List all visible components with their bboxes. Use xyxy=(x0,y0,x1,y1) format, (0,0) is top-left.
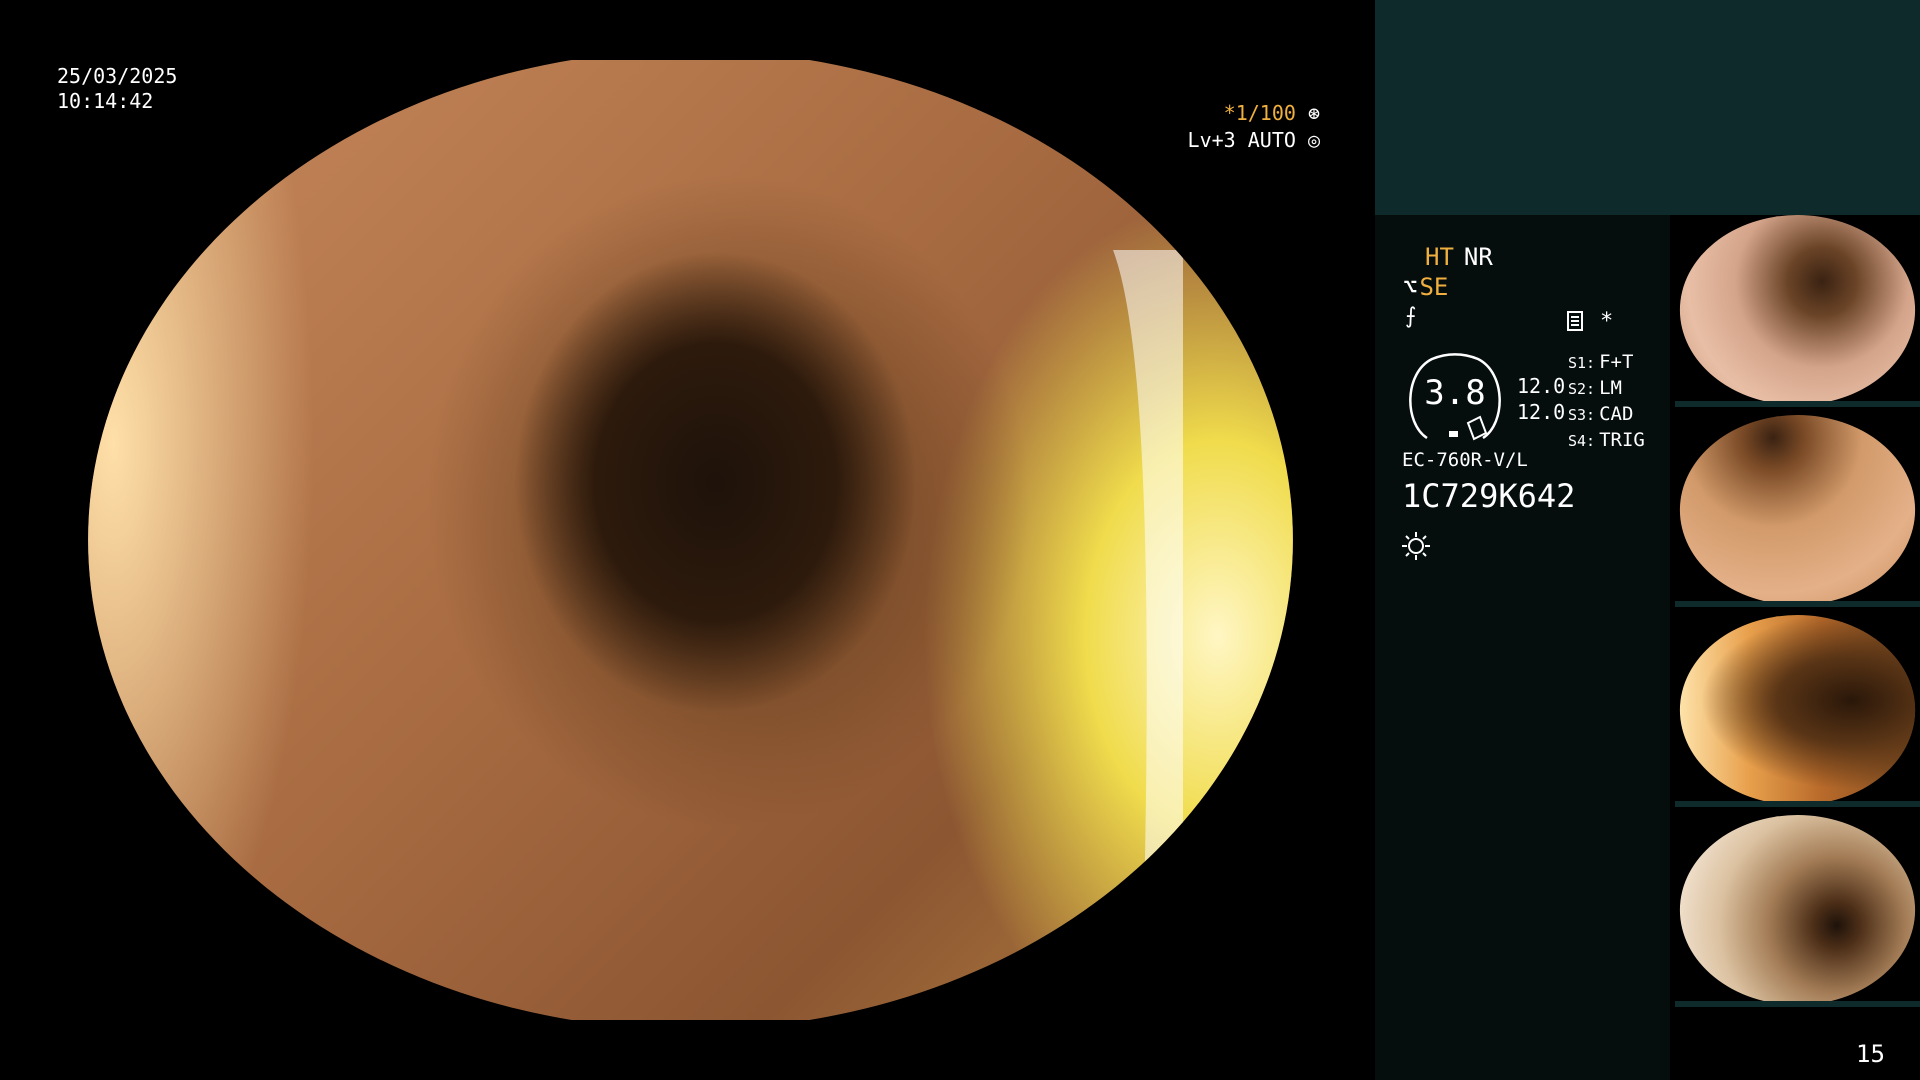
value-1: 12.0 xyxy=(1517,374,1566,398)
se-symbol-icon: ⌥ xyxy=(1403,273,1418,301)
mucosal-fold-highlight xyxy=(1113,250,1183,950)
info-panel: HT NR ⌥SE ⨍ * 3.8 12.0 12.0 S1: F+T S2: LM … xyxy=(1375,215,1670,1080)
light-icon xyxy=(1402,532,1430,560)
level-text: Lv+3 AUTO xyxy=(1187,128,1296,152)
thumbnail-1[interactable] xyxy=(1675,215,1920,407)
endoscope-view xyxy=(88,60,1293,1020)
scope-parameters: *1/100 ⊛ Lv+3 AUTO ◎ xyxy=(1188,100,1320,154)
scope-model: EC-760R-V/L xyxy=(1402,449,1528,471)
date-text: 25/03/2025 xyxy=(57,64,178,88)
thumbnail-3[interactable] xyxy=(1675,615,1920,807)
thumbnail-2[interactable] xyxy=(1675,415,1920,607)
document-icon xyxy=(1567,311,1583,331)
thumbnail-4[interactable] xyxy=(1675,815,1920,1007)
numeric-values: 12.0 12.0 xyxy=(1517,373,1565,425)
top-right-panel xyxy=(1375,0,1920,215)
ht-label: HT xyxy=(1425,243,1454,271)
thumbnail-strip xyxy=(1670,215,1920,1015)
iris-icon: ◎ xyxy=(1307,128,1320,152)
aperture-icon: ⊛ xyxy=(1307,101,1320,125)
se-label: SE xyxy=(1419,273,1449,301)
page-number: 15 xyxy=(1856,1040,1885,1068)
star-icon: * xyxy=(1600,309,1614,334)
zoom-value: 3.8 xyxy=(1424,373,1486,413)
setting-s4: S4: TRIG xyxy=(1568,429,1645,451)
setting-s3: S3: CAD xyxy=(1568,403,1634,425)
value-2: 12.0 xyxy=(1517,400,1566,424)
serial-number: 1C729K642 xyxy=(1402,477,1576,515)
setting-s2: S2: LM xyxy=(1568,377,1622,399)
timestamp: 25/03/2025 10:14:42 xyxy=(57,64,177,114)
time-text: 10:14:42 xyxy=(57,89,154,113)
zoom-dial: 3.8 xyxy=(1402,353,1508,441)
se-row: ⌥SE xyxy=(1403,273,1448,301)
mode-row: HT NR xyxy=(1425,243,1493,271)
shutter-text: *1/100 xyxy=(1223,101,1296,125)
setting-s1: S1: F+T xyxy=(1568,351,1634,373)
function-icon: ⨍ xyxy=(1405,304,1417,329)
settings-list: S1: F+T S2: LM S3: CAD S4: TRIG xyxy=(1568,350,1645,454)
nr-label: NR xyxy=(1463,243,1493,271)
